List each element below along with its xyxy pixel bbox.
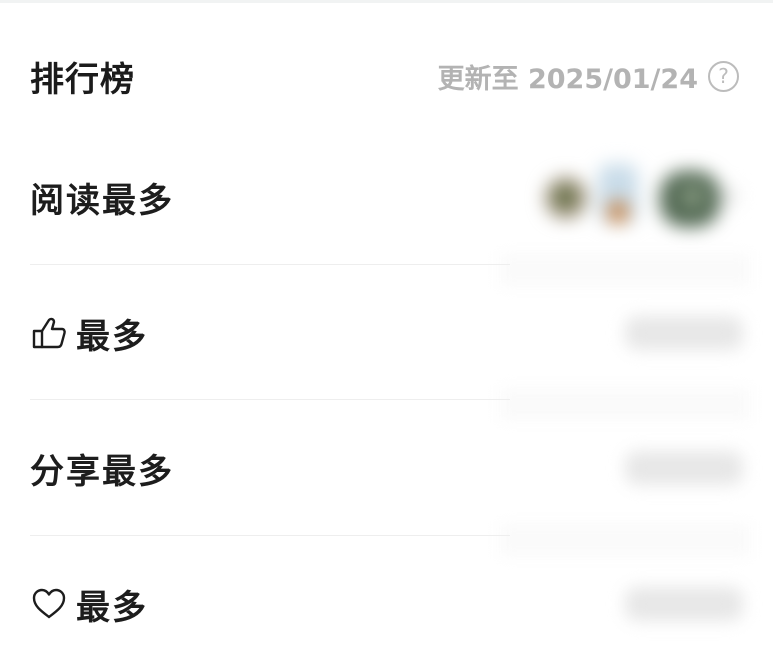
row-label: 分享最多 [30, 451, 174, 492]
ranking-row-most-favorited[interactable]: 最多 [30, 558, 745, 650]
row-label: 最多 [76, 316, 148, 357]
row-divider [30, 399, 510, 400]
page-title: 排行榜 [30, 59, 135, 100]
blurred-shadow [500, 524, 750, 556]
ranking-panel: 排行榜 更新至 2025/01/24 ? 阅读最多 最多 分享最多 最多 [0, 0, 773, 665]
blurred-count [625, 451, 743, 485]
row-label-container: 分享最多 [30, 444, 174, 493]
blurred-thumbnail-group [530, 152, 745, 242]
row-label-container: 最多 [30, 309, 148, 358]
thumbnail-edge [723, 187, 737, 205]
row-label: 最多 [76, 587, 148, 628]
row-label-container: 最多 [30, 580, 148, 629]
blurred-count [625, 316, 743, 350]
blurred-count [625, 587, 743, 621]
row-divider [30, 264, 510, 265]
help-icon[interactable]: ? [708, 60, 739, 92]
heart-icon [30, 585, 68, 623]
blurred-shadow [500, 388, 750, 420]
blurred-shadow [500, 254, 750, 286]
thumbs-up-icon [30, 314, 68, 352]
thumbnail-detail [555, 187, 575, 207]
update-date-text: 更新至 2025/01/24 [437, 63, 698, 95]
ranking-row-most-liked[interactable]: 最多 [30, 287, 745, 379]
ranking-row-most-shared[interactable]: 分享最多 [30, 422, 745, 514]
row-label-container: 阅读最多 [30, 173, 174, 222]
update-date-info: 更新至 2025/01/24 ? [438, 57, 739, 96]
row-divider [30, 535, 510, 536]
row-label: 阅读最多 [30, 180, 174, 221]
thumbnail-detail [680, 184, 705, 209]
ranking-row-most-read[interactable]: 阅读最多 [30, 151, 745, 243]
header: 排行榜 更新至 2025/01/24 ? [30, 48, 739, 104]
thumbnail-detail [607, 200, 629, 224]
top-edge [0, 0, 773, 3]
help-icon-glyph: ? [718, 64, 729, 88]
